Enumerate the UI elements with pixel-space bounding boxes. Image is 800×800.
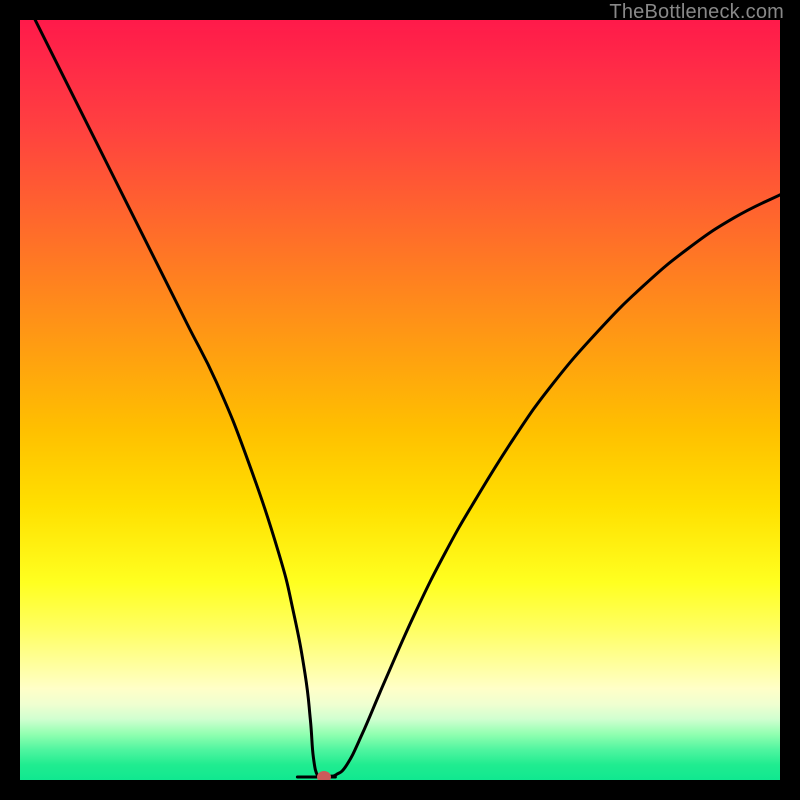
curve-svg (20, 20, 780, 780)
plot-area (20, 20, 780, 780)
chart-container: TheBottleneck.com (0, 0, 800, 800)
bottleneck-curve (35, 20, 780, 778)
optimal-marker (317, 771, 331, 780)
